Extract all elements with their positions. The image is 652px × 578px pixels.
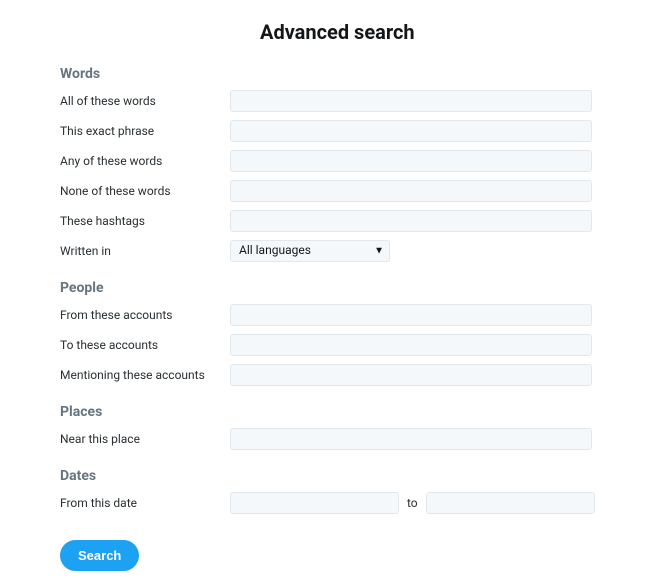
language-select[interactable]: All languages xyxy=(230,240,390,262)
from-date-input[interactable] xyxy=(230,492,399,514)
to-accounts-input[interactable] xyxy=(230,334,592,356)
label-hashtags: These hashtags xyxy=(60,214,230,228)
label-near-place: Near this place xyxy=(60,432,230,446)
to-date-input[interactable] xyxy=(426,492,595,514)
page-title: Advanced search xyxy=(260,20,592,44)
label-any-words: Any of these words xyxy=(60,154,230,168)
label-exact-phrase: This exact phrase xyxy=(60,124,230,138)
any-words-input[interactable] xyxy=(230,150,592,172)
section-heading-people: People xyxy=(60,280,592,296)
label-none-words: None of these words xyxy=(60,184,230,198)
mentioning-accounts-input[interactable] xyxy=(230,364,592,386)
label-from-accounts: From these accounts xyxy=(60,308,230,322)
exact-phrase-input[interactable] xyxy=(230,120,592,142)
section-heading-places: Places xyxy=(60,404,592,420)
label-all-words: All of these words xyxy=(60,94,230,108)
label-mentioning-accounts: Mentioning these accounts xyxy=(60,368,230,382)
date-to-text: to xyxy=(407,496,418,510)
section-heading-words: Words xyxy=(60,66,592,82)
label-written-in: Written in xyxy=(60,244,230,258)
none-words-input[interactable] xyxy=(230,180,592,202)
from-accounts-input[interactable] xyxy=(230,304,592,326)
near-place-input[interactable] xyxy=(230,428,592,450)
search-button[interactable]: Search xyxy=(60,540,139,571)
label-from-date: From this date xyxy=(60,496,230,510)
hashtags-input[interactable] xyxy=(230,210,592,232)
all-words-input[interactable] xyxy=(230,90,592,112)
section-heading-dates: Dates xyxy=(60,468,592,484)
label-to-accounts: To these accounts xyxy=(60,338,230,352)
